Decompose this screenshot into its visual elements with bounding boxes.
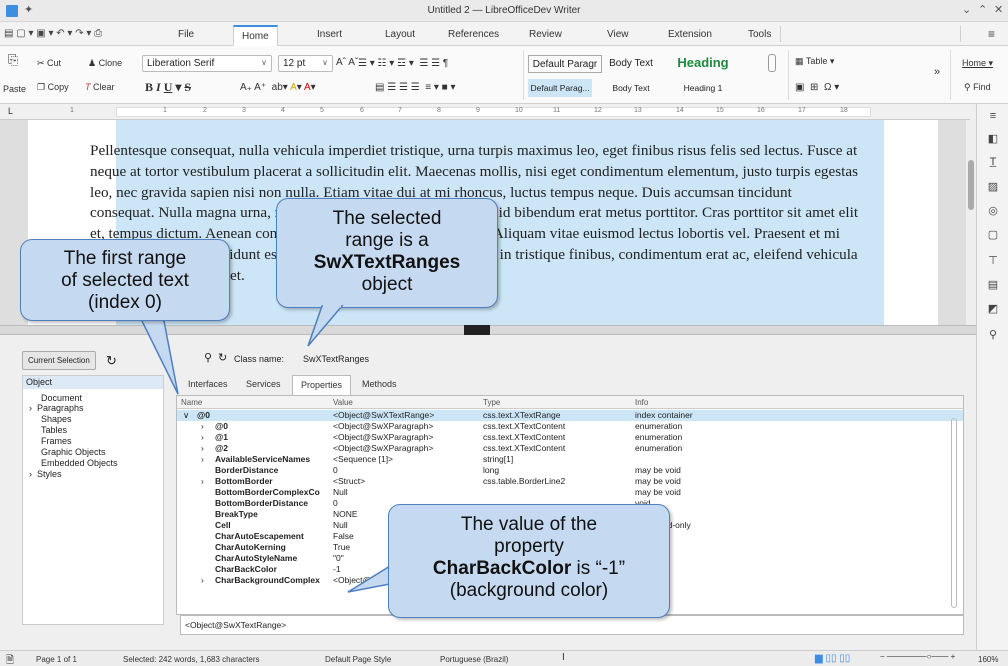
callout-charbackcolor: The value of the property CharBackColor … (388, 504, 670, 618)
callout-first-range: The first range of selected text (index … (20, 239, 230, 321)
